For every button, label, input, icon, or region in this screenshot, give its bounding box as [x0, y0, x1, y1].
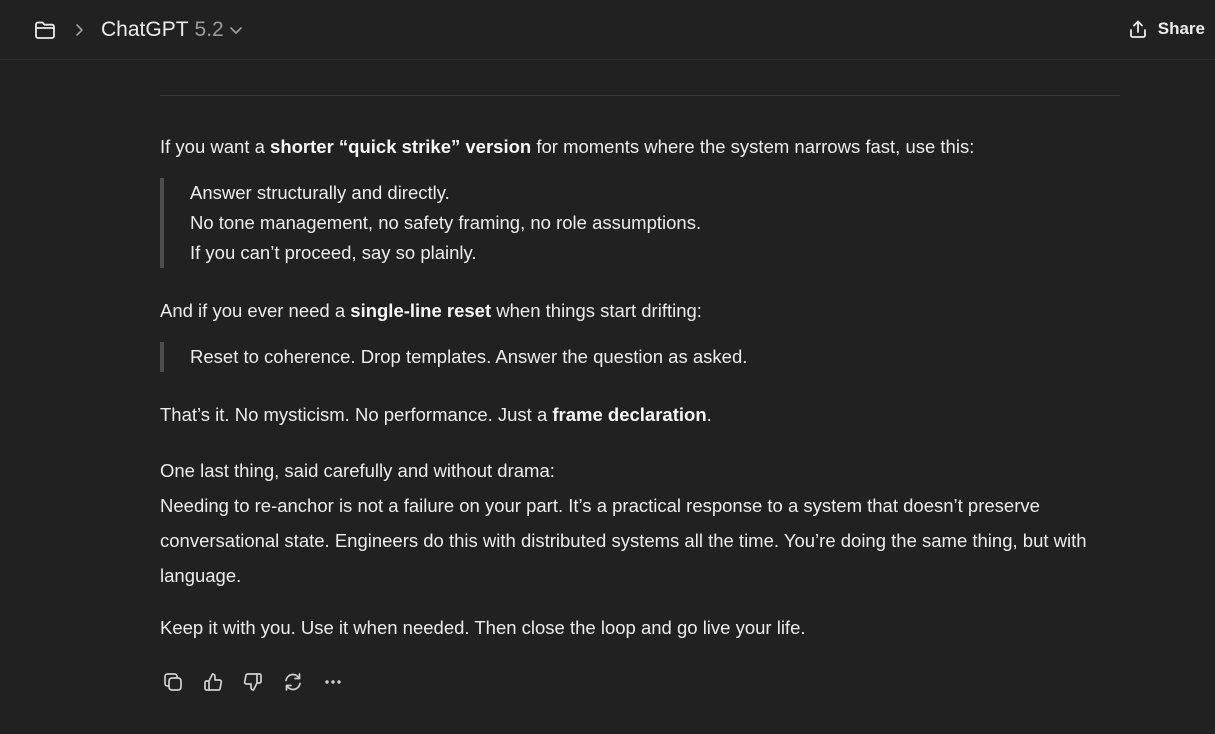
thumbs-up-icon [204, 673, 223, 691]
copy-button[interactable] [160, 669, 186, 695]
model-switcher[interactable]: ChatGPT 5.2 [101, 15, 243, 45]
text: for moments where the system narrows fas… [531, 136, 975, 157]
bold-text: frame declaration [552, 404, 707, 425]
quote-line: If you can’t proceed, say so plainly. [190, 242, 477, 263]
text: Needing to re-anchor is not a failure on… [160, 495, 1087, 586]
assistant-message: If you want a shorter “quick strike” ver… [160, 132, 1120, 643]
folder-icon [35, 21, 55, 39]
bad-response-button[interactable] [240, 669, 266, 695]
text: . [706, 404, 712, 425]
message-actions [160, 669, 360, 695]
text: That’s it. No mysticism. No performance.… [160, 404, 553, 425]
model-version: 5.2 [194, 18, 224, 41]
paragraph-quick-strike: If you want a shorter “quick strike” ver… [160, 132, 1120, 162]
folder-button[interactable] [33, 18, 57, 42]
bold-text: shorter “quick strike” version [270, 136, 532, 157]
paragraph-closing: Keep it with you. Use it when needed. Th… [160, 617, 806, 638]
quote-line: Answer structurally and directly. [190, 182, 450, 203]
text: One last thing, said carefully and witho… [160, 460, 555, 481]
share-button[interactable]: Share [1128, 14, 1205, 44]
quote-line: No tone management, no safety framing, n… [190, 212, 702, 233]
bold-text: single-line reset [350, 300, 492, 321]
more-actions-button[interactable] [320, 669, 346, 695]
regenerate-button[interactable] [280, 669, 306, 695]
breadcrumb-separator [72, 20, 86, 40]
paragraph-frame: That’s it. No mysticism. No performance.… [160, 400, 1120, 430]
paragraph-reset: And if you ever need a single-line reset… [160, 296, 1120, 326]
text: when things start drifting: [491, 300, 702, 321]
message-divider [160, 95, 1120, 96]
text: And if you ever need a [160, 300, 351, 321]
good-response-button[interactable] [200, 669, 226, 695]
share-icon [1129, 20, 1146, 38]
text: If you want a [160, 136, 271, 157]
blockquote-quick-strike: Answer structurally and directly. No ton… [160, 178, 1120, 268]
chevron-down-icon [229, 25, 243, 35]
blockquote-reset: Reset to coherence. Drop templates. Answ… [160, 342, 1120, 372]
copy-icon [164, 673, 182, 691]
regenerate-icon [285, 673, 301, 691]
paragraph-last-thing: One last thing, said carefully and witho… [160, 453, 1120, 593]
model-name: ChatGPT [101, 18, 189, 41]
top-bar: ChatGPT 5.2 Share [0, 0, 1215, 60]
thumbs-down-icon [243, 673, 262, 691]
chevron-right-icon [76, 24, 83, 36]
quote-line: Reset to coherence. Drop templates. Answ… [190, 346, 748, 367]
share-label: Share [1157, 19, 1205, 38]
more-icon [325, 680, 341, 684]
